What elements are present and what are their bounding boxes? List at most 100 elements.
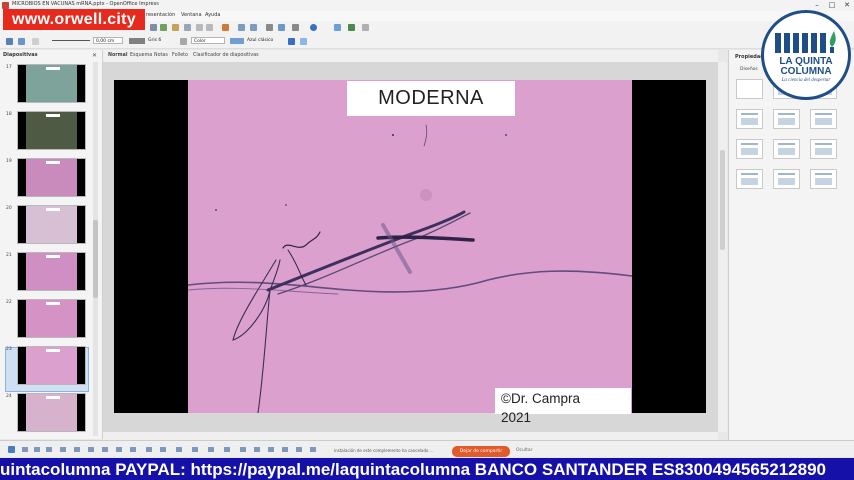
- layout-option[interactable]: [736, 169, 763, 189]
- app-icon: [2, 2, 9, 9]
- layout-option[interactable]: [810, 109, 837, 129]
- line-color-select[interactable]: Gris 6: [146, 37, 174, 44]
- close-panel-icon[interactable]: ✕: [92, 52, 97, 59]
- redo-icon[interactable]: [250, 24, 257, 31]
- layout-option[interactable]: [773, 109, 800, 129]
- site-banner: www.orwell.city: [3, 9, 145, 30]
- credit-box[interactable]: ©Dr. Campra 2021: [495, 388, 631, 425]
- align-icon[interactable]: [18, 38, 25, 45]
- close-button[interactable]: ✕: [840, 0, 854, 10]
- grid-icon[interactable]: [362, 24, 369, 31]
- hide-notification-button[interactable]: Ocultar: [516, 448, 533, 453]
- line-style-preview[interactable]: [52, 40, 90, 41]
- sharing-notification: instalación de este complemento ha cance…: [334, 448, 434, 453]
- thumbnail-image: [26, 394, 77, 431]
- chart-icon[interactable]: [266, 24, 273, 31]
- zoom-icon[interactable]: [334, 24, 341, 31]
- slide-number: 20: [6, 206, 12, 211]
- thumbnail-title: [46, 67, 60, 70]
- slide-number: 19: [6, 159, 12, 164]
- credit-year: 2021: [501, 410, 532, 425]
- print-icon[interactable]: [172, 24, 179, 31]
- tab-outline[interactable]: Esquema: [130, 53, 152, 58]
- slides-scroll-thumb[interactable]: [93, 220, 98, 298]
- logo-line2: COLUMNA: [780, 66, 832, 77]
- slide-number: 18: [6, 112, 12, 117]
- layout-option[interactable]: [810, 169, 837, 189]
- line-color-swatch: [129, 38, 145, 44]
- slide-thumbnail[interactable]: [17, 158, 86, 197]
- thumbnail-title: [46, 114, 60, 117]
- slide-number: 23: [6, 347, 12, 352]
- drawing-toolbar: [20, 446, 340, 453]
- thumbnail-title: [46, 208, 60, 211]
- menu-help[interactable]: Ayuda: [205, 12, 220, 18]
- thumbnail-image: [26, 159, 77, 196]
- minimize-button[interactable]: –: [810, 0, 824, 10]
- slides-panel-title: Diapositivas: [3, 52, 38, 58]
- layout-option[interactable]: [736, 109, 763, 129]
- thumbnail-image: [26, 300, 77, 337]
- spellcheck-icon[interactable]: [184, 24, 191, 31]
- draw-select-icon[interactable]: [8, 446, 15, 453]
- thumbnail-title: [46, 161, 60, 164]
- tab-normal[interactable]: Normal: [108, 53, 128, 58]
- slide-thumbnail[interactable]: [17, 252, 86, 291]
- menu-presentation[interactable]: resentación: [146, 12, 175, 18]
- thumbnail-image: [26, 253, 77, 290]
- thumbnail-title: [46, 349, 60, 352]
- fill-icon[interactable]: [300, 38, 307, 45]
- slide-thumbnail[interactable]: [17, 346, 86, 385]
- thumbnail-image: [26, 112, 77, 149]
- la-quinta-columna-logo: LA QUINTA COLUMNA La ciencia del despert…: [761, 10, 851, 100]
- layout-option[interactable]: [810, 139, 837, 159]
- paste-icon[interactable]: [222, 24, 229, 31]
- export-icon[interactable]: [160, 24, 167, 31]
- columns-icon: [775, 31, 836, 53]
- shadow-icon[interactable]: [288, 38, 295, 45]
- slide-thumbnail[interactable]: [17, 393, 86, 432]
- select-icon[interactable]: [6, 38, 13, 45]
- copy-icon[interactable]: [206, 24, 213, 31]
- menu-window[interactable]: Ventana: [181, 12, 202, 18]
- canvas-horizontal-scrollbar[interactable]: [103, 432, 718, 440]
- slide[interactable]: [114, 80, 706, 413]
- layout-option[interactable]: [736, 79, 763, 99]
- area-icon[interactable]: [180, 38, 187, 45]
- tab-slide-sorter[interactable]: Clasificador de diapositivas: [193, 53, 259, 58]
- line-width-field[interactable]: 0,00 cm: [93, 37, 123, 44]
- maximize-button[interactable]: □: [825, 0, 839, 10]
- fiber-drawing: [187, 124, 633, 413]
- slide-thumbnail[interactable]: [17, 64, 86, 103]
- image-icon[interactable]: [292, 24, 299, 31]
- area-style-select[interactable]: Color: [191, 37, 225, 44]
- drawing-tools-icons: [22, 447, 316, 452]
- slide-thumbnail[interactable]: [17, 205, 86, 244]
- table-icon[interactable]: [278, 24, 285, 31]
- cut-icon[interactable]: [196, 24, 203, 31]
- area-color-select[interactable]: Azul clásico: [245, 37, 279, 44]
- stop-sharing-button[interactable]: Dejar de compartir: [452, 446, 510, 457]
- layouts-section-title[interactable]: Diseños: [740, 67, 758, 72]
- save-icon[interactable]: [150, 24, 157, 31]
- thumbnail-image: [26, 206, 77, 243]
- tab-handout[interactable]: Folleto: [172, 53, 188, 58]
- thumbnail-image: [26, 347, 77, 384]
- slide-number: 22: [6, 300, 12, 305]
- micrograph-image: [187, 80, 633, 413]
- slide-thumbnail[interactable]: [17, 111, 86, 150]
- display-icon[interactable]: [348, 24, 355, 31]
- canvas-vscroll-thumb[interactable]: [720, 150, 725, 250]
- slide-thumbnail[interactable]: [17, 299, 86, 338]
- slide-number: 24: [6, 394, 12, 399]
- tab-notes[interactable]: Notas: [154, 53, 168, 58]
- layout-option[interactable]: [736, 139, 763, 159]
- help-icon[interactable]: [310, 24, 317, 31]
- layout-option[interactable]: [773, 169, 800, 189]
- credit-author: ©Dr. Campra: [501, 391, 580, 406]
- undo-icon[interactable]: [238, 24, 245, 31]
- layout-option[interactable]: [773, 139, 800, 159]
- donation-ticker: uintacolumna PAYPAL: https://paypal.me/l…: [0, 458, 854, 480]
- slide-title[interactable]: MODERNA: [347, 81, 515, 116]
- arrow-style-icon[interactable]: [32, 38, 39, 45]
